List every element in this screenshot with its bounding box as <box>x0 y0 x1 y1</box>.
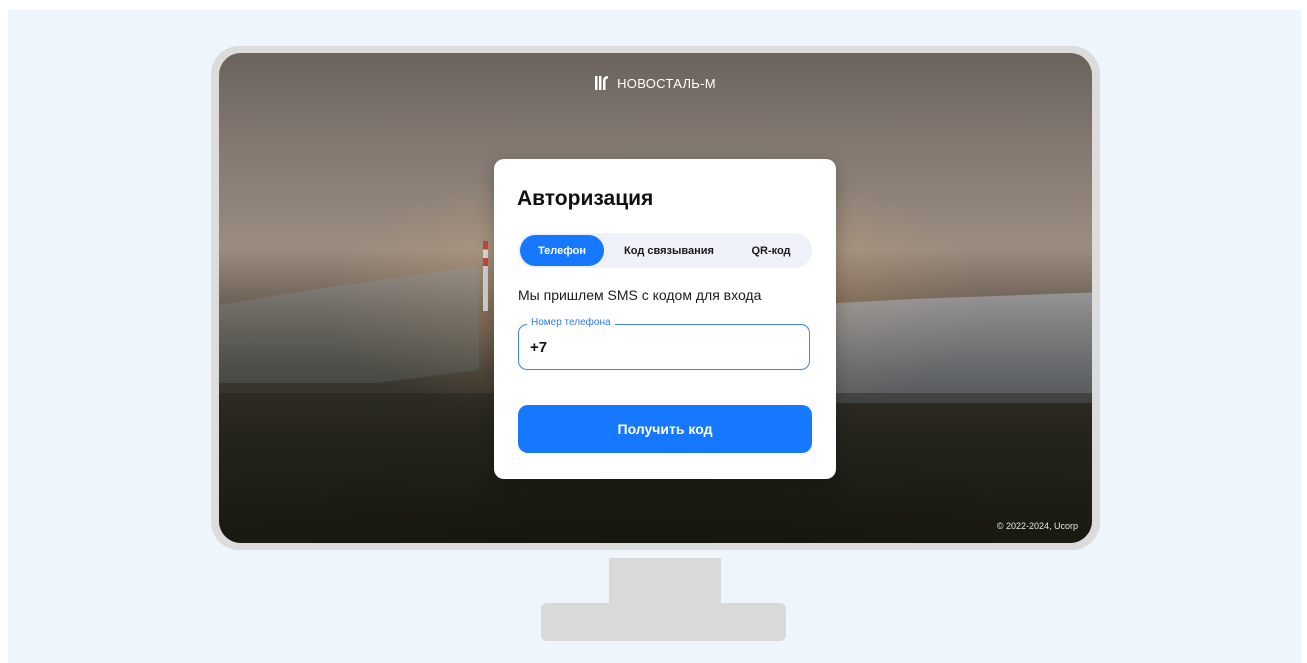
sms-hint-text: Мы пришлем SMS с кодом для входа <box>518 287 762 303</box>
brand-name: НОВОСТАЛЬ-М <box>617 75 716 91</box>
tab-link-code[interactable]: Код связывания <box>604 235 734 266</box>
get-code-button[interactable]: Получить код <box>518 405 812 453</box>
tab-qr-code[interactable]: QR-код <box>734 235 808 266</box>
auth-card: Авторизация Телефон Код связывания QR-ко… <box>494 159 836 479</box>
monitor-stand-neck <box>609 558 721 604</box>
phone-field-label: Номер телефона <box>527 317 615 328</box>
phone-field[interactable]: Номер телефона <box>518 317 810 370</box>
background-factory-left <box>219 266 479 383</box>
background-factory-right <box>792 292 1092 403</box>
auth-method-tabs: Телефон Код связывания QR-код <box>518 233 812 268</box>
monitor-stand-base <box>541 603 786 641</box>
brand-logo: НОВОСТАЛЬ-М <box>219 75 1092 91</box>
novostal-logo-icon <box>595 76 609 90</box>
copyright-text: © 2022-2024, Ucorp <box>996 521 1078 531</box>
tab-phone[interactable]: Телефон <box>520 235 604 266</box>
phone-input[interactable] <box>530 339 790 356</box>
background-chimney <box>483 241 488 311</box>
auth-title: Авторизация <box>517 187 654 210</box>
